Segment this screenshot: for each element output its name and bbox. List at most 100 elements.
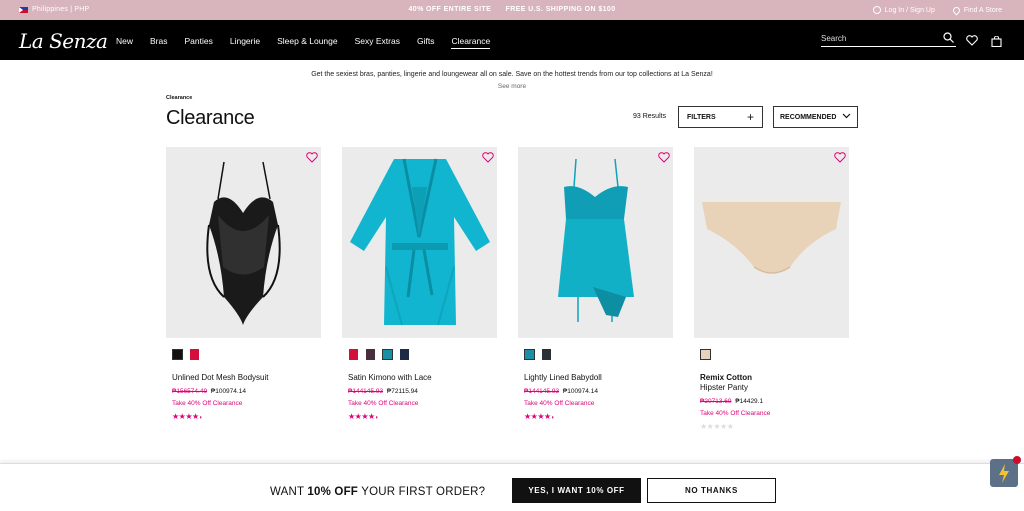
results-count: 93 Results [633,113,667,120]
promo-text: Take 40% Off Clearance [348,400,419,407]
find-store-link[interactable]: Find A Store [951,5,1002,15]
product-image[interactable] [518,147,673,338]
wishlist-heart-icon[interactable] [658,150,670,168]
main-nav: La Senza New Bras Panties Lingerie Sleep… [0,20,1024,60]
product-prices: ₱156574.49 ₱100974.14 [172,388,321,395]
original-price: ₱144145.93 [524,388,560,395]
product-image[interactable] [694,147,849,338]
offer-text-post: YOUR FIRST ORDER? [358,486,486,498]
black-bodysuit-image [206,161,281,325]
product-card[interactable]: Lightly Lined Babydoll ₱144145.93 ₱10097… [518,147,673,421]
user-icon [872,6,881,14]
star-rating: ★★★★◖ [172,412,202,421]
star-rating: ★★★★◖ [524,412,554,421]
promo-offer[interactable]: 40% OFF ENTIRE SITE [408,6,491,13]
promo-bar: Philippines | PHP 40% OFF ENTIRE SITE FR… [0,0,1024,20]
color-swatches [348,349,497,362]
color-swatches [700,349,849,362]
nav-item-bras[interactable]: Bras [150,36,167,49]
color-swatch[interactable] [365,349,376,360]
offer-text-bold: 10% OFF [307,486,359,498]
wishlist-heart-icon[interactable] [834,150,846,168]
product-name[interactable]: Satin Kimono with Lace [348,373,497,383]
plus-icon: + [746,110,754,124]
chevron-down-icon [842,113,851,121]
nav-item-clearance[interactable]: Clearance [451,36,491,49]
logo[interactable]: La Senza [19,29,108,53]
search-icon[interactable] [943,32,954,45]
product-image[interactable] [342,147,497,338]
nav-item-new[interactable]: New [116,36,133,49]
color-swatch[interactable] [700,349,711,360]
promo-text: Take 40% Off Clearance [172,400,243,407]
color-swatches [524,349,673,362]
product-image[interactable] [166,147,321,338]
sale-banner-text: Get the sexiest bras, panties, lingerie … [311,71,713,78]
teal-kimono-image [350,158,490,326]
location-pin-icon [951,5,962,15]
nav-menu: New Bras Panties Lingerie Sleep & Lounge… [116,36,507,49]
chat-widget-icon[interactable] [990,456,1021,487]
login-label: Log In / Sign Up [884,6,935,14]
color-swatch[interactable] [524,349,535,360]
see-more-link[interactable]: See more [0,83,1024,90]
nude-panty-image [702,202,841,274]
product-subtitle: Hipster Panty [700,383,749,392]
nav-item-sleep-lounge[interactable]: Sleep & Lounge [277,36,338,49]
product-card[interactable]: Unlined Dot Mesh Bodysuit ₱156574.49 ₱10… [166,147,321,421]
sort-dropdown[interactable]: RECOMMENDED [773,106,858,128]
color-swatch[interactable] [172,349,183,360]
color-swatches [172,349,321,362]
notification-dot [1013,456,1021,464]
breadcrumb[interactable]: Clearance [166,95,192,101]
wishlist-heart-icon[interactable] [482,150,494,168]
product-prices: ₱144145.93 ₱72115.94 [348,388,497,395]
nav-item-sexy-extras[interactable]: Sexy Extras [355,36,400,49]
shopping-bag-icon[interactable] [991,34,1002,52]
product-prices: ₱20713.69 ₱14429.1 [700,398,849,405]
decline-offer-button[interactable]: NO THANKS [647,478,776,503]
original-price: ₱144145.93 [348,388,384,395]
promo-text: Take 40% Off Clearance [524,400,595,407]
sale-price: ₱72115.94 [386,388,418,395]
find-store-label: Find A Store [963,6,1002,14]
sale-price: ₱100974.14 [562,388,598,395]
offer-text-pre: WANT [270,486,308,498]
first-order-offer-bar: WANT 10% OFF YOUR FIRST ORDER? YES, I WA… [0,463,1024,511]
offer-text: WANT 10% OFF YOUR FIRST ORDER? [270,486,485,498]
star-rating: ★★★★◖ [348,412,378,421]
nav-item-panties[interactable]: Panties [185,36,213,49]
sale-price: ₱14429.1 [735,398,764,405]
login-link[interactable]: Log In / Sign Up [872,6,935,14]
color-swatch[interactable] [399,349,410,360]
filters-label: FILTERS [687,113,716,121]
filters-button[interactable]: FILTERS + [678,106,763,128]
color-swatch[interactable] [189,349,200,360]
wishlist-heart-icon[interactable] [966,33,978,51]
product-name[interactable]: Unlined Dot Mesh Bodysuit [172,373,321,383]
product-card[interactable]: Remix Cotton Hipster Panty ₱20713.69 ₱14… [694,147,849,431]
product-prices: ₱144145.93 ₱100974.14 [524,388,673,395]
promo-offers: 40% OFF ENTIRE SITE FREE U.S. SHIPPING O… [0,6,1024,13]
product-card[interactable]: Satin Kimono with Lace ₱144145.93 ₱72115… [342,147,497,421]
sort-label: RECOMMENDED [780,113,837,121]
accept-offer-button[interactable]: YES, I WANT 10% OFF [512,478,641,503]
nav-item-lingerie[interactable]: Lingerie [230,36,260,49]
color-swatch[interactable] [541,349,552,360]
wishlist-heart-icon[interactable] [306,150,318,168]
promo-offer[interactable]: FREE U.S. SHIPPING ON $100 [506,6,616,13]
product-name-line: Remix Cotton [700,373,752,382]
search-bar [821,32,956,47]
color-swatch[interactable] [382,349,393,360]
sale-price: ₱100974.14 [210,388,246,395]
search-input[interactable] [821,34,931,43]
promo-text: Take 40% Off Clearance [700,410,771,417]
color-swatch[interactable] [348,349,359,360]
nav-item-gifts[interactable]: Gifts [417,36,434,49]
teal-babydoll-image [558,158,634,322]
original-price: ₱156574.49 [172,388,208,395]
product-name[interactable]: Remix Cotton Hipster Panty [700,373,849,393]
star-rating: ★★★★★ [700,422,734,431]
original-price: ₱20713.69 [700,398,732,405]
product-name[interactable]: Lightly Lined Babydoll [524,373,673,383]
